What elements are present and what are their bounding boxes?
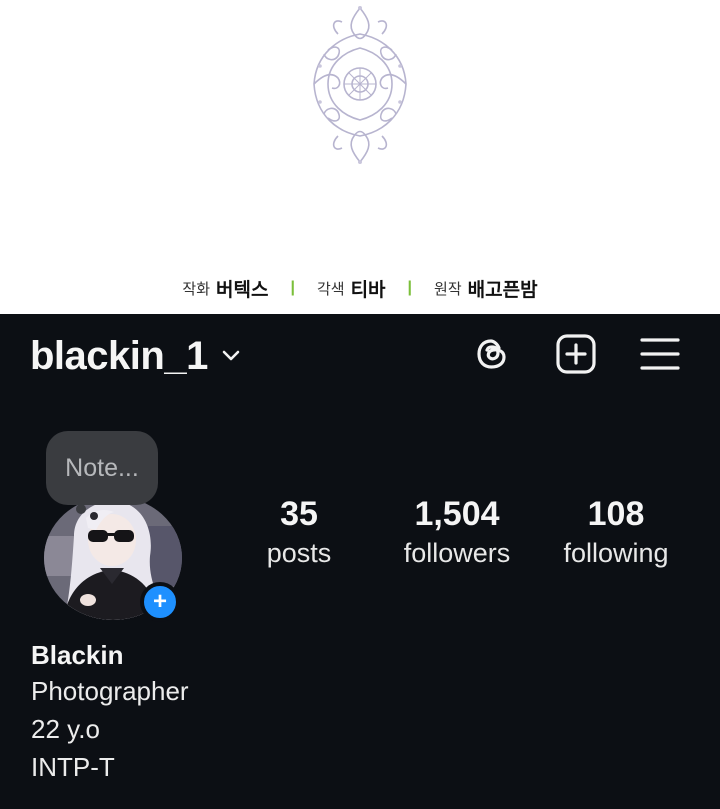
create-post-icon	[556, 334, 596, 374]
username: blackin_1	[30, 333, 208, 378]
credit-name-adaptation: 티바	[350, 278, 386, 301]
display-name: Blackin	[31, 640, 124, 670]
chevron-down-icon	[222, 350, 240, 361]
following-count: 108	[587, 495, 645, 533]
credit-separator: |	[407, 279, 413, 296]
credit-role-original: 원작	[434, 279, 462, 298]
ornament-illustration	[313, 6, 407, 164]
followers-label: followers	[403, 538, 511, 568]
following-label: following	[563, 538, 669, 568]
bio-line: INTP-T	[31, 752, 115, 782]
credits-line: 작화 버텍스 | 각색 티바 | 원작 배고픈밤	[0, 274, 720, 302]
profile-avatar[interactable]: +	[44, 496, 182, 622]
add-story-button[interactable]: +	[140, 582, 180, 622]
profile-bio: Blackin Photographer 22 y.o INTP-T	[31, 638, 189, 786]
threads-icon	[477, 339, 506, 369]
note-bubble[interactable]: Note...	[46, 431, 158, 505]
menu-button[interactable]	[638, 332, 682, 376]
credit-role-art: 작화	[182, 279, 211, 298]
credit-name-art: 버텍스	[216, 278, 269, 301]
followers-count: 1,504	[414, 495, 500, 533]
posts-count: 35	[280, 495, 318, 533]
posts-label: posts	[266, 538, 332, 568]
credit-name-original: 배고픈밤	[467, 278, 538, 301]
note-bubble-tail	[76, 504, 86, 514]
account-switcher[interactable]: blackin_1	[30, 334, 242, 378]
followers-stat[interactable]: 1,504 followers	[386, 494, 528, 570]
posts-stat[interactable]: 35 posts	[239, 494, 359, 570]
bio-line: Photographer	[31, 676, 189, 706]
comic-panel: 작화 버텍스 | 각색 티바 | 원작 배고픈밤	[0, 0, 720, 314]
threads-button[interactable]	[470, 332, 514, 376]
profile-header: blackin_1 + Note... 35 posts 1,504 follo…	[0, 314, 720, 809]
credit-separator: |	[290, 279, 295, 296]
following-stat[interactable]: 108 following	[546, 494, 686, 570]
create-post-button[interactable]	[554, 332, 598, 376]
bio-line: 22 y.o	[31, 714, 100, 744]
credit-role-adaptation: 각색	[316, 279, 345, 298]
header-actions	[470, 332, 682, 376]
menu-icon	[640, 338, 680, 370]
